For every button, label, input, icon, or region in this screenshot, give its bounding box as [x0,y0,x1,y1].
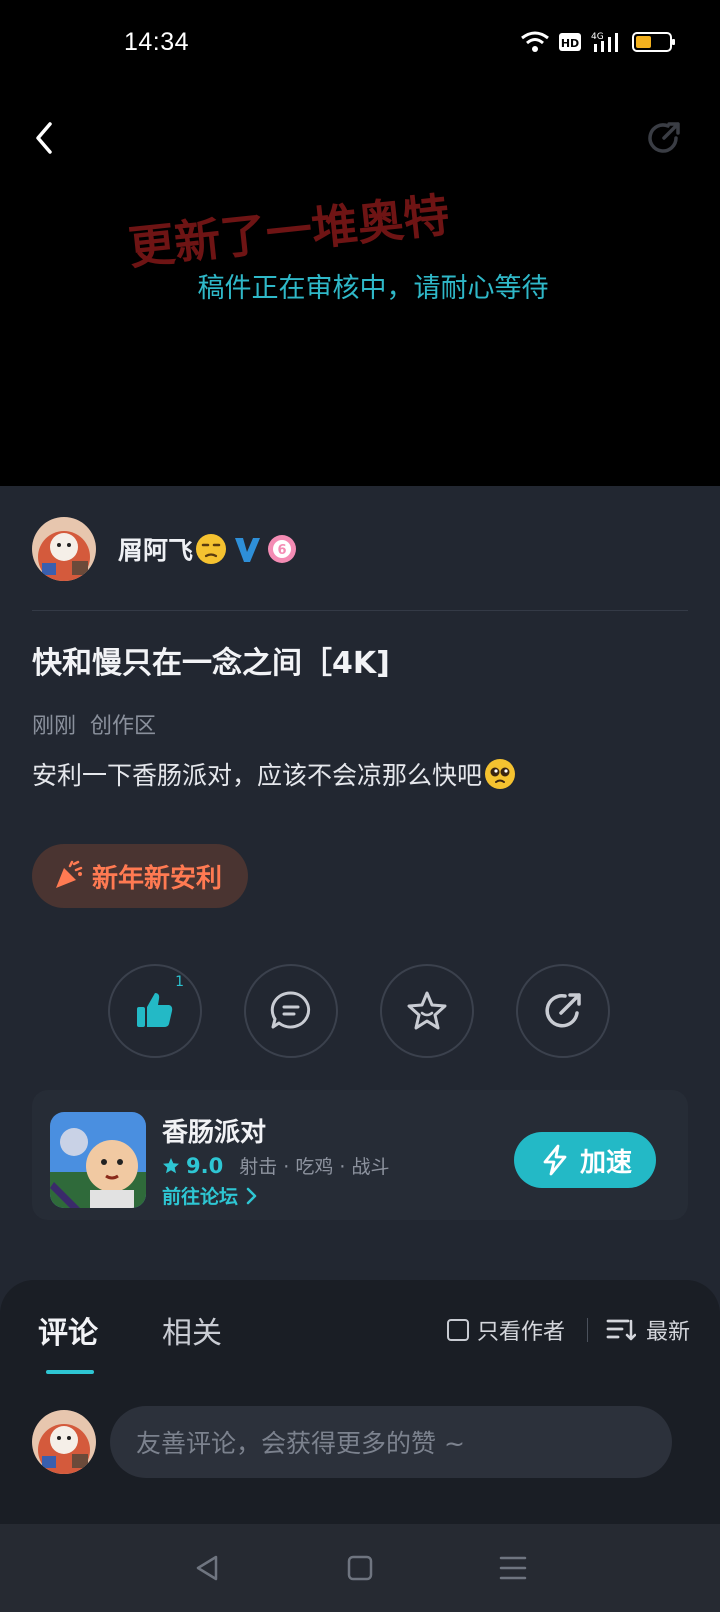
post-title: 快和慢只在一念之间［4K] [32,646,390,681]
speed-up-button[interactable]: 加速 [514,1132,656,1188]
tab-related[interactable]: 相关 [162,1308,222,1352]
star-icon [407,991,447,1030]
status-time: 14:34 [124,28,190,56]
wifi-icon [521,31,549,52]
game-tags: 射击 · 吃鸡 · 战斗 [239,1156,390,1178]
post-body: 安利一下香肠派对，应该不会凉那么快吧 [32,756,516,792]
comment-button[interactable] [244,964,338,1058]
topic-tag-label: 新年新安利 [92,863,223,894]
hd-icon: HD [559,33,581,51]
svg-text:6: 6 [277,543,286,558]
favorite-button[interactable] [380,964,474,1058]
back-button[interactable] [26,116,66,160]
unamused-face-icon [196,534,227,564]
status-bar: 14:34 HD 4G [0,0,720,92]
lightning-icon [543,1144,567,1176]
chevron-left-icon [36,122,52,154]
nav-menu-icon[interactable] [498,1553,528,1583]
game-rating: 9.0 射击 · 吃鸡 · 战斗 [162,1152,389,1179]
verified-v-icon [235,538,261,562]
like-count: 1 [175,974,184,990]
nav-back-icon[interactable] [192,1553,222,1583]
forum-link[interactable]: 前往论坛 [162,1182,258,1209]
author-avatar[interactable] [32,517,96,581]
video-player[interactable]: 更新了一堆奥特 稿件正在审核中，请耐心等待 [0,92,720,486]
speed-up-label: 加速 [579,1147,632,1178]
tab-indicator [46,1370,94,1374]
svg-text:4G: 4G [591,32,604,42]
thumbs-up-icon [137,993,173,1027]
level-badge-icon: 6 [268,535,297,563]
post-time: 刚刚 [32,714,77,739]
game-name[interactable]: 香肠派对 [162,1112,266,1149]
comment-composer: 友善评论，会获得更多的赞 ~ [32,1406,672,1478]
system-nav-bar [0,1524,720,1612]
chevron-right-icon [246,1187,257,1204]
party-popper-icon [56,860,83,888]
author-only-checkbox[interactable] [446,1319,469,1341]
filter-divider [586,1318,588,1342]
rating-value: 9.0 [186,1153,224,1178]
post-section[interactable]: 创作区 [90,708,156,740]
video-overlay-text: 更新了一堆奥特 [126,187,452,276]
share-icon [545,993,581,1028]
battery-icon [632,32,675,52]
comment-bubble-icon [270,991,311,1029]
game-card[interactable]: 香肠派对 9.0 射击 · 吃鸡 · 战斗 前往论坛 加速 [32,1090,688,1220]
author-row[interactable]: 屑阿飞 6 [32,516,297,582]
divider [32,610,688,611]
pleading-face-icon [485,759,516,789]
like-button[interactable]: 1 [108,964,202,1058]
user-avatar [32,1410,96,1474]
share-icon [648,122,680,153]
comment-filter: 只看作者 最新 [446,1314,690,1346]
game-icon[interactable] [50,1112,146,1208]
action-bar: 1 [108,964,610,1058]
author-name[interactable]: 屑阿飞 [118,531,193,567]
share-button[interactable] [516,964,610,1058]
star-filled-icon [163,1157,179,1173]
signal-icon: 4G [591,32,618,52]
comment-input[interactable]: 友善评论，会获得更多的赞 ~ [110,1406,672,1478]
author-only-label[interactable]: 只看作者 [477,1314,565,1346]
forum-link-label: 前往论坛 [162,1186,239,1208]
topic-tag[interactable]: 新年新安利 [32,844,249,908]
sort-label[interactable]: 最新 [646,1314,690,1346]
post-content: 屑阿飞 6 快和慢只在一念之间［4K] 刚刚 创作区 安利一下香肠派对，应该不会… [0,486,720,1612]
tab-comments[interactable]: 评论 [38,1308,98,1352]
share-button-top[interactable] [642,116,686,160]
post-meta: 刚刚 创作区 [32,708,156,740]
nav-home-icon[interactable] [345,1553,375,1583]
review-notice: 稿件正在审核中，请耐心等待 [197,273,549,304]
sort-icon[interactable] [606,1317,636,1343]
post-body-text: 安利一下香肠派对，应该不会凉那么快吧 [32,761,483,790]
svg-text:HD: HD [561,37,579,50]
status-icons: HD 4G [520,30,676,54]
